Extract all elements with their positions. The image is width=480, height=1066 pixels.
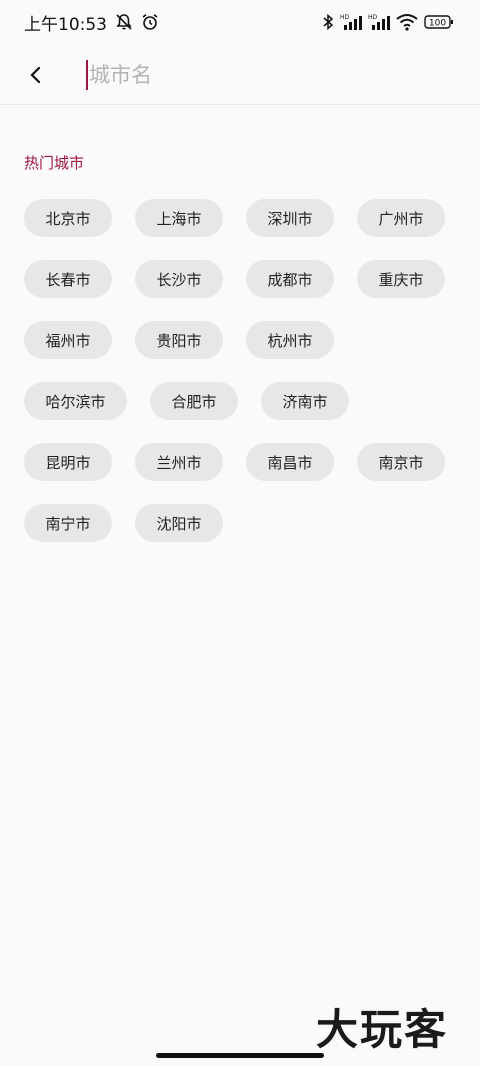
search-field[interactable] xyxy=(86,58,429,92)
status-bar: 上午10:53 HD HD 100 xyxy=(0,0,480,44)
city-chip[interactable]: 福州市 xyxy=(24,321,112,359)
city-chip[interactable]: 南宁市 xyxy=(24,504,112,542)
city-chip[interactable]: 成都市 xyxy=(246,260,334,298)
city-chip[interactable]: 昆明市 xyxy=(24,443,112,481)
wifi-icon xyxy=(396,13,418,31)
status-time: 上午10:53 xyxy=(24,14,107,35)
battery-level: 100 xyxy=(429,19,446,29)
city-chip[interactable]: 长沙市 xyxy=(135,260,223,298)
city-chip[interactable]: 南昌市 xyxy=(246,443,334,481)
chevron-left-icon xyxy=(30,66,41,84)
battery-icon: 100 xyxy=(424,13,454,31)
city-chip[interactable]: 上海市 xyxy=(135,199,223,237)
city-chip[interactable]: 杭州市 xyxy=(246,321,334,359)
city-chip[interactable]: 哈尔滨市 xyxy=(24,382,127,420)
city-chip[interactable]: 广州市 xyxy=(357,199,445,237)
watermark-text: 大玩客 xyxy=(316,1005,449,1054)
mute-bell-icon xyxy=(115,13,133,31)
city-chip[interactable]: 重庆市 xyxy=(357,260,445,298)
svg-text:HD: HD xyxy=(368,14,378,21)
svg-text:HD: HD xyxy=(340,14,350,21)
city-chip[interactable]: 兰州市 xyxy=(135,443,223,481)
city-chip[interactable]: 北京市 xyxy=(24,199,112,237)
city-chip[interactable]: 深圳市 xyxy=(246,199,334,237)
bluetooth-icon xyxy=(322,13,334,31)
city-chip[interactable]: 沈阳市 xyxy=(135,504,223,542)
status-right: HD HD 100 xyxy=(322,13,454,31)
back-button[interactable] xyxy=(22,62,48,88)
hd-signal-icon: HD xyxy=(340,13,362,31)
top-bar xyxy=(0,44,480,105)
home-indicator[interactable] xyxy=(156,1053,324,1058)
text-caret xyxy=(86,60,88,90)
watermark-logo: 大玩客 xyxy=(316,996,448,1057)
alarm-icon xyxy=(141,13,159,31)
status-left: 上午10:53 xyxy=(24,10,159,35)
hot-cities-title: 热门城市 xyxy=(24,154,85,172)
city-search-input[interactable] xyxy=(89,63,429,87)
city-chip[interactable]: 贵阳市 xyxy=(135,321,223,359)
city-chip[interactable]: 长春市 xyxy=(24,260,112,298)
city-chip[interactable]: 合肥市 xyxy=(150,382,238,420)
hd-signal-icon: HD xyxy=(368,13,390,31)
city-chip[interactable]: 济南市 xyxy=(261,382,349,420)
city-picker-screen: 上午10:53 HD HD 100 城市名 热门城市 北京市 上海市 深圳市 广… xyxy=(0,0,480,1066)
city-chip[interactable]: 南京市 xyxy=(357,443,445,481)
